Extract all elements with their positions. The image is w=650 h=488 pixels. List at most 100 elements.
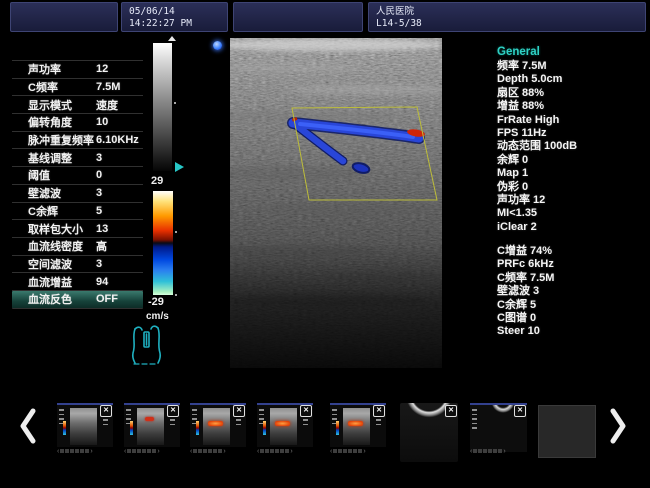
parameter-value: 高 [96,238,107,254]
parameter-label: 空间滤波 [28,256,72,272]
parameter-row[interactable]: 基线调整3 [12,149,143,167]
color-mode-readout: C图谱 0 [497,312,554,325]
thumb-text-speck [59,414,64,416]
thumb-text-speck [472,427,477,429]
thumbnail[interactable]: ✕ [470,403,527,452]
thumbnail[interactable]: ✕ [190,403,246,447]
parameter-label: 取样包大小 [28,221,83,237]
thumb-text-speck [192,414,197,416]
color-mode-readout: Steer 10 [497,325,554,338]
caption-prev-icon: ‹ [57,449,59,454]
caption-square [285,449,289,453]
parameter-row[interactable]: 显示模式速度 [12,96,143,114]
thumbnails-next-button[interactable] [608,408,628,444]
parameter-row[interactable]: 血流反色OFF [12,291,143,309]
parameter-value: 5 [96,205,102,217]
thumbnail-close-button[interactable]: ✕ [373,405,385,417]
thumbnail[interactable]: ✕ [400,403,458,462]
parameter-row[interactable]: 壁滤波3 [12,185,143,203]
caption-square [203,449,207,453]
thumb-text-speck [472,409,477,411]
thumb-text-speck [472,414,477,416]
caption-next-icon: › [290,449,292,454]
thumb-doppler-blob [275,421,290,426]
parameter-row[interactable]: C余辉 5 [12,203,143,221]
velocity-unit-label: cm/s [146,311,169,322]
thumb-image [203,408,230,445]
caption-square [198,449,202,453]
parameter-row[interactable]: 取样包大小13 [12,220,143,238]
exam-info-box [233,2,363,32]
hospital-name: 人民医院 [376,6,414,17]
parameter-row[interactable]: C频率7.5M [12,79,143,97]
thumbnail-strip: ✕‹›✕‹›✕‹›✕‹›✕‹›✕✕‹› [0,403,650,463]
thumb-text-speck [236,419,241,421]
parameter-label: 基线调整 [28,150,72,166]
thumb-text-speck [332,418,337,420]
caption-square [80,449,84,453]
caption-next-icon: › [503,449,505,454]
thumbnail-close-button[interactable]: ✕ [233,405,245,417]
parameter-row[interactable]: 偏转角度10 [12,114,143,132]
thumbnail-close-button[interactable]: ✕ [514,405,526,417]
b-mode-readout: Depth 5.0cm [497,73,577,86]
caption-prev-icon: ‹ [124,449,126,454]
caption-square [270,449,274,453]
b-mode-readout: MI<1.35 [497,207,577,220]
caption-square [127,449,131,453]
thumbnail-close-button[interactable]: ✕ [100,405,112,417]
b-mode-readout: 增益 88% [497,100,577,113]
caption-square [147,449,151,453]
caption-square [65,449,69,453]
thumbnail[interactable]: ✕ [57,403,113,447]
thumb-text-speck [59,409,64,411]
thumb-text-speck [126,409,131,411]
caption-square [260,449,264,453]
parameter-row[interactable]: 空间滤波3 [12,256,143,274]
thumb-text-speck [472,423,477,425]
thumb-text-speck [376,424,381,426]
parameter-row[interactable]: 阈值0 [12,167,143,185]
parameter-value: 6.10KHz [96,134,139,146]
thumb-text-speck [170,419,175,421]
parameter-row[interactable]: 血流增益94 [12,273,143,291]
caption-next-icon: › [90,449,92,454]
caption-prev-icon: ‹ [330,449,332,454]
parameter-row[interactable]: 脉冲重复频率6.10KHz [12,132,143,150]
parameter-value: 7.5M [96,81,120,93]
datetime-box: 05/06/14 14:22:27 PM [121,2,228,32]
thumbnail[interactable]: ✕ [330,403,386,447]
focus-marker-icon[interactable] [175,162,184,172]
thumbnail[interactable] [538,405,596,458]
thumb-doppler-blob [348,421,363,426]
thumbnail[interactable]: ✕ [257,403,313,447]
parameter-label: C余辉 [28,203,58,219]
preset-title: General [497,46,540,58]
ultrasound-system-screen: 05/06/14 14:22:27 PM 人民医院 L14-5/38 声功率12… [0,0,650,488]
ultrasound-image-area[interactable] [230,38,446,368]
thumb-text-speck [236,424,241,426]
thumbnail-close-button[interactable]: ✕ [167,405,179,417]
chevron-right-icon [608,408,628,444]
parameter-row[interactable]: 声功率12 [12,61,143,79]
thumb-image [343,408,370,445]
gain-caret-icon [168,36,176,41]
caption-square [275,449,279,453]
thumb-image [70,408,97,445]
parameter-row[interactable]: 血流线密度高 [12,238,143,256]
parameter-label: 声功率 [28,61,61,77]
parameter-label: 血流线密度 [28,238,83,254]
thumb-text-speck [192,409,197,411]
left-panel: 声功率12C频率7.5M显示模式速度偏转角度10脉冲重复频率6.10KHz基线调… [12,60,143,309]
b-mode-readout: Map 1 [497,167,577,180]
b-mode-readout: 动态范围 100dB [497,140,577,153]
caption-square [343,449,347,453]
thumbnail[interactable]: ✕ [124,403,180,447]
velocity-min-label: -29 [148,296,164,308]
thumbnail-close-button[interactable]: ✕ [445,405,457,417]
thumbnail-close-button[interactable]: ✕ [300,405,312,417]
caption-square [218,449,222,453]
thumb-text-speck [170,424,175,426]
parameter-value: 10 [96,116,108,128]
time-text: 14:22:27 PM [129,18,192,29]
